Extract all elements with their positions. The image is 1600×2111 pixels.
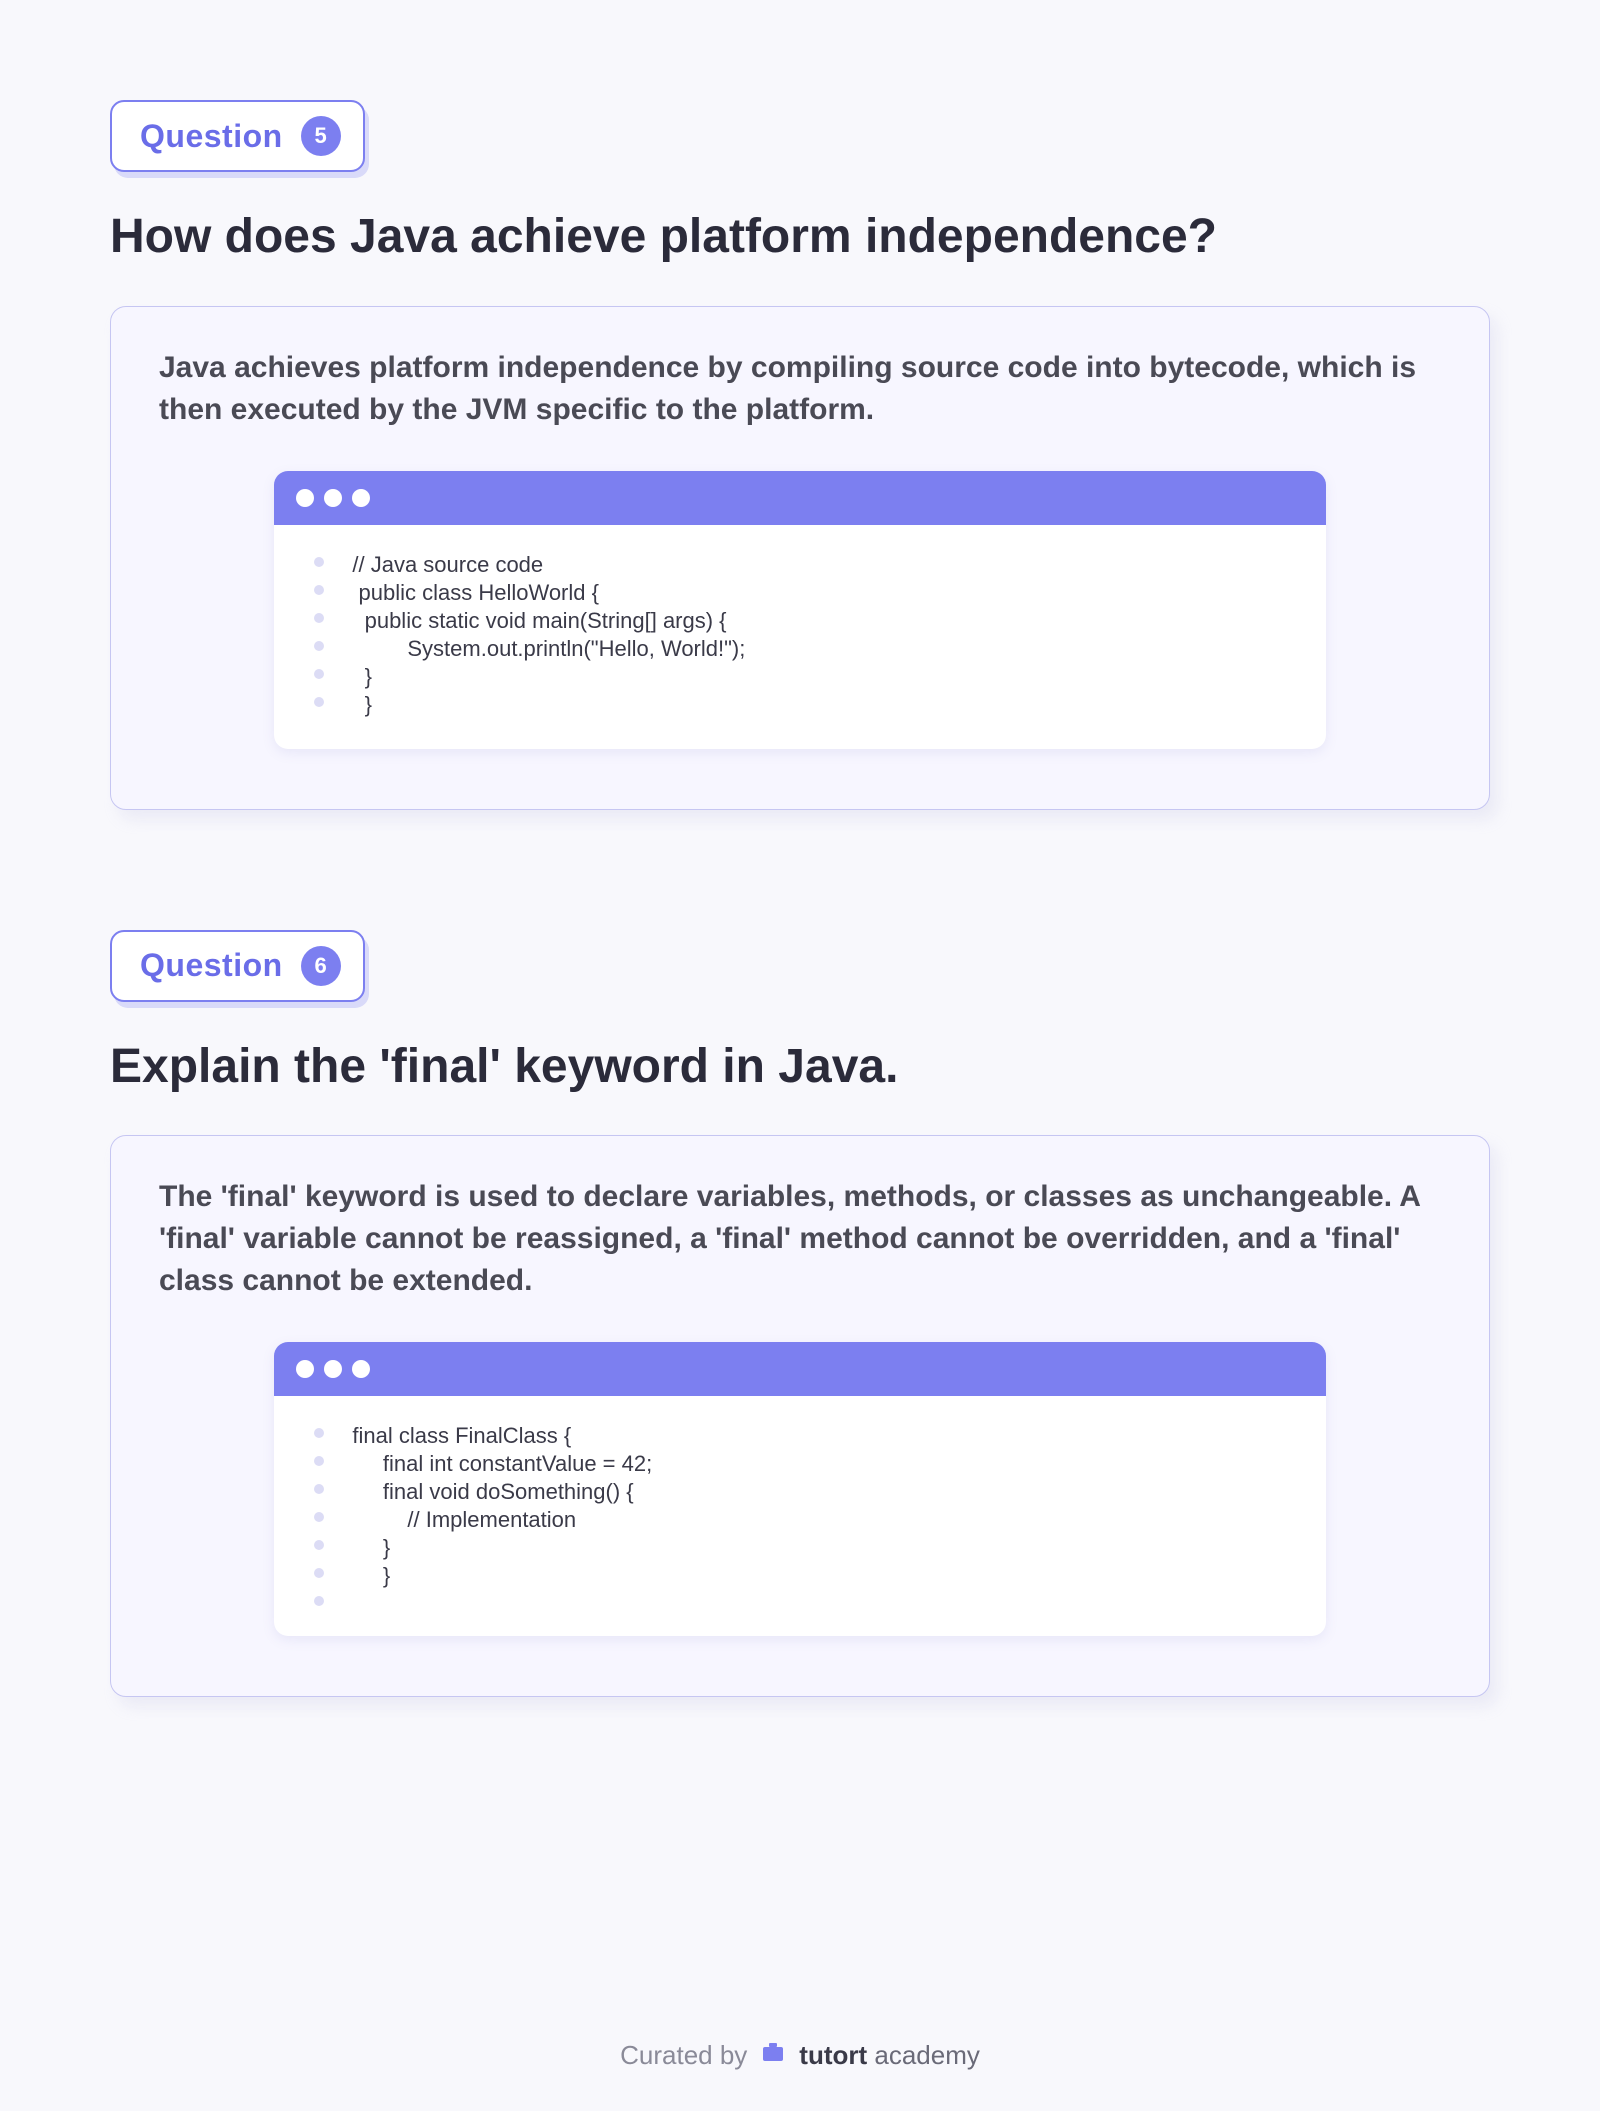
- line-gutter: [314, 551, 324, 719]
- question-badge-label: Question: [140, 947, 283, 984]
- code-body: // Java source code public class HelloWo…: [274, 525, 1325, 749]
- line-dot-icon: [314, 585, 324, 595]
- code-line: }: [352, 691, 745, 719]
- question-title: Explain the 'final' keyword in Java.: [110, 1038, 1490, 1096]
- answer-card: The 'final' keyword is used to declare v…: [110, 1135, 1490, 1697]
- line-dot-icon: [314, 613, 324, 623]
- code-window: final class FinalClass { final int const…: [274, 1342, 1325, 1636]
- line-dot-icon: [314, 669, 324, 679]
- footer-brand-sub: academy: [867, 2040, 980, 2070]
- line-dot-icon: [314, 1456, 324, 1466]
- question-badge: Question 6: [110, 930, 365, 1002]
- briefcase-icon: [761, 2041, 785, 2070]
- footer-curated-label: Curated by: [620, 2040, 747, 2071]
- question-badge-label: Question: [140, 118, 283, 155]
- line-dot-icon: [314, 1568, 324, 1578]
- question-badge: Question 5: [110, 100, 365, 172]
- footer: Curated by tutort academy: [0, 2040, 1600, 2071]
- code-line: System.out.println("Hello, World!");: [352, 635, 745, 663]
- code-line: final void doSomething() {: [352, 1478, 652, 1506]
- code-window-header: [274, 1342, 1325, 1396]
- code-line: final class FinalClass {: [352, 1422, 652, 1450]
- line-dot-icon: [314, 1512, 324, 1522]
- code-line: // Implementation: [352, 1506, 652, 1534]
- code-line: // Java source code: [352, 551, 745, 579]
- code-lines: // Java source code public class HelloWo…: [352, 551, 745, 719]
- question-block: Question 6 Explain the 'final' keyword i…: [110, 930, 1490, 1698]
- line-dot-icon: [314, 1596, 324, 1606]
- answer-card: Java achieves platform independence by c…: [110, 306, 1490, 810]
- page-content: Question 5 How does Java achieve platfor…: [110, 100, 1490, 1697]
- code-line: public static void main(String[] args) {: [352, 607, 745, 635]
- window-dot-icon: [352, 1360, 370, 1378]
- footer-brand: tutort academy: [799, 2040, 980, 2071]
- line-dot-icon: [314, 1484, 324, 1494]
- line-dot-icon: [314, 557, 324, 567]
- code-window-header: [274, 471, 1325, 525]
- code-lines: final class FinalClass { final int const…: [352, 1422, 652, 1606]
- code-line: }: [352, 1562, 652, 1590]
- question-title: How does Java achieve platform independe…: [110, 208, 1490, 266]
- answer-text: Java achieves platform independence by c…: [159, 347, 1441, 431]
- window-dot-icon: [324, 489, 342, 507]
- window-dot-icon: [352, 489, 370, 507]
- code-window: // Java source code public class HelloWo…: [274, 471, 1325, 749]
- window-dot-icon: [296, 489, 314, 507]
- code-line: }: [352, 1534, 652, 1562]
- footer-brand-main: tutort: [799, 2040, 867, 2070]
- answer-text: The 'final' keyword is used to declare v…: [159, 1176, 1441, 1302]
- question-block: Question 5 How does Java achieve platfor…: [110, 100, 1490, 810]
- question-badge-number: 5: [301, 116, 341, 156]
- line-dot-icon: [314, 1540, 324, 1550]
- question-badge-number: 6: [301, 946, 341, 986]
- window-dot-icon: [296, 1360, 314, 1378]
- code-body: final class FinalClass { final int const…: [274, 1396, 1325, 1636]
- window-dot-icon: [324, 1360, 342, 1378]
- code-line: }: [352, 663, 745, 691]
- line-dot-icon: [314, 697, 324, 707]
- line-gutter: [314, 1422, 324, 1606]
- code-line: final int constantValue = 42;: [352, 1450, 652, 1478]
- code-line: public class HelloWorld {: [352, 579, 745, 607]
- line-dot-icon: [314, 641, 324, 651]
- line-dot-icon: [314, 1428, 324, 1438]
